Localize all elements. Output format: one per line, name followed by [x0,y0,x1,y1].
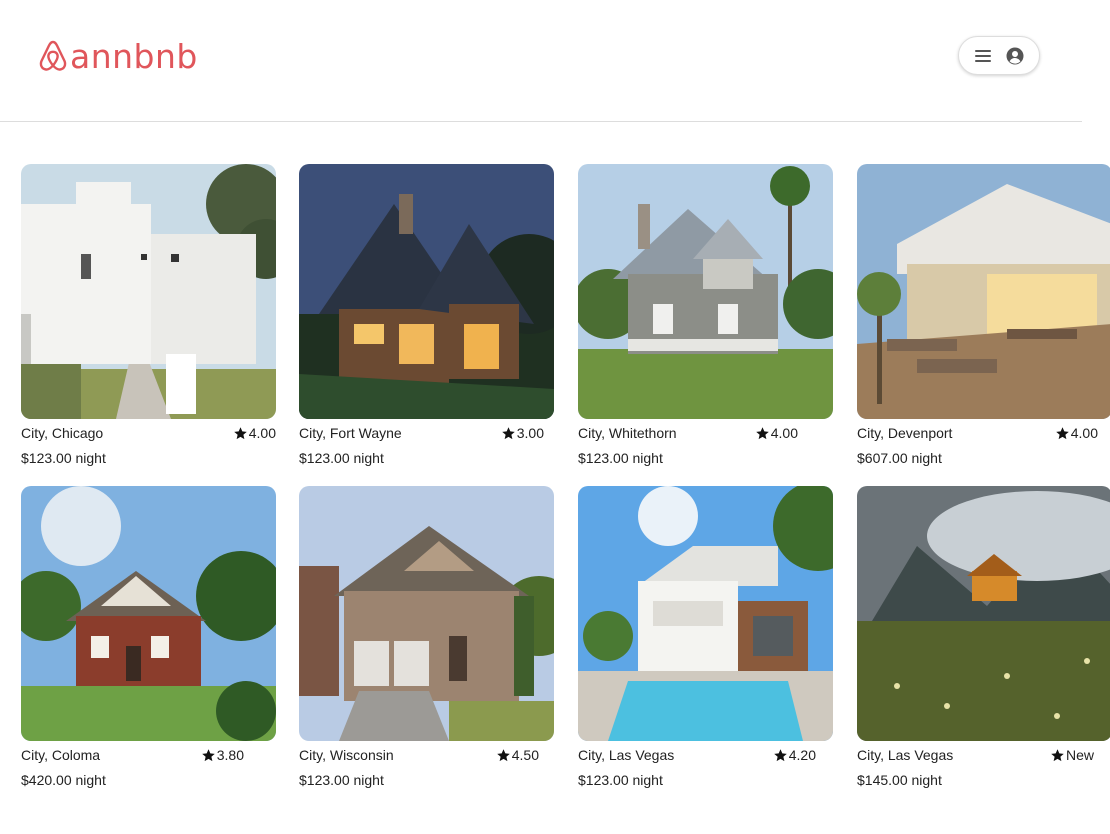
star-icon [756,426,769,439]
star-icon [502,426,515,439]
listing-rating: 4.00 [233,425,276,441]
listing-price: $123.00 night [578,772,663,788]
star-icon [1051,748,1064,761]
user-circle-icon [1006,47,1024,64]
listing-rating-value: 4.20 [788,747,816,763]
star-icon [202,748,215,761]
listing-card[interactable]: City, Las Vegas 4.20 $123.00 night [578,486,833,796]
listing-price: $123.00 night [299,772,384,788]
listing-price: $123.00 night [21,450,106,466]
listing-city: City, Chicago [21,425,104,441]
listing-rating: 3.80 [201,747,244,763]
listing-photo-brick-house [21,486,276,741]
listing-rating-value: 4.00 [770,425,798,441]
listing-photo-stone-house [299,486,554,741]
listing-rating-value: New [1065,747,1094,763]
listing-price: $607.00 night [857,450,942,466]
star-icon [234,426,247,439]
listing-rating: 4.00 [755,425,798,441]
listing-card[interactable]: City, Whitethorn 4.00 $123.00 night [578,164,833,474]
listing-rating: 4.50 [496,747,539,763]
listing-photo-meadow-cabin [857,486,1110,741]
listing-rating-value: 3.00 [516,425,544,441]
listing-photo-modern-white-house [21,164,276,419]
listing-city: City, Las Vegas [578,747,675,763]
listing-rating-value: 4.00 [1070,425,1098,441]
listing-rating-value: 4.50 [511,747,539,763]
listing-rating: 3.00 [501,425,544,441]
top-header: annbnb [0,0,1082,122]
listing-city: City, Coloma [21,747,101,763]
listing-city: City, Wisconsin [299,747,394,763]
listing-price: $123.00 night [299,450,384,466]
listing-rating-value: 4.00 [248,425,276,441]
listing-card[interactable]: City, Devenport 4.00 $607.00 night [857,164,1110,474]
listing-rating: 4.00 [1055,425,1098,441]
listing-card[interactable]: City, Coloma 3.80 $420.00 night [21,486,276,796]
listing-card[interactable]: City, Wisconsin 4.50 $123.00 night [299,486,554,796]
hamburger-menu-icon [975,49,991,62]
listing-city: City, Devenport [857,425,953,441]
listing-city: City, Las Vegas [857,747,954,763]
listing-city: City, Fort Wayne [299,425,402,441]
listing-card[interactable]: City, Chicago 4.00 $123.00 night [21,164,276,474]
listing-photo-patio-villa [857,164,1110,419]
listing-rating: New [1050,747,1094,763]
listing-photo-gabled-cottage [578,164,833,419]
listing-price: $123.00 night [578,450,663,466]
user-menu-button[interactable] [958,36,1040,75]
listing-card[interactable]: City, Las Vegas New $145.00 night [857,486,1110,796]
listing-rating: 4.20 [773,747,816,763]
listing-photo-night-chalet [299,164,554,419]
airbnb-logo-icon [39,40,67,71]
logo[interactable]: annbnb [38,36,198,76]
star-icon [1056,426,1069,439]
star-icon [774,748,787,761]
logo-text: annbnb [70,36,198,76]
listing-photo-pool-villa [578,486,833,741]
listing-price: $420.00 night [21,772,106,788]
listing-city: City, Whitethorn [578,425,677,441]
listing-price: $145.00 night [857,772,942,788]
star-icon [497,748,510,761]
listing-rating-value: 3.80 [216,747,244,763]
listing-card[interactable]: City, Fort Wayne 3.00 $123.00 night [299,164,554,474]
